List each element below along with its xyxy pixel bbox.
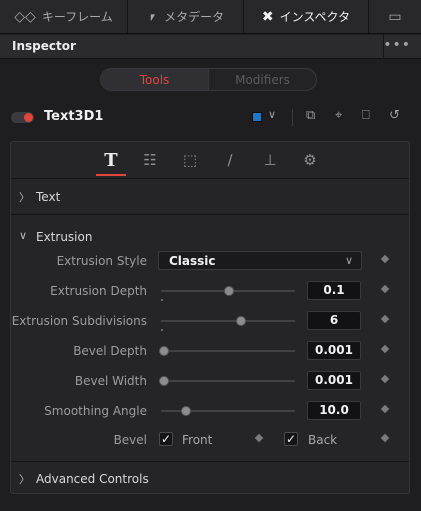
node-color-swatch[interactable]	[252, 112, 262, 122]
screen-icon: ▭	[388, 8, 402, 25]
value-field[interactable]: 6	[307, 311, 361, 330]
value-field[interactable]: 0.001	[307, 341, 361, 360]
tab-metadata[interactable]: ⎖ メタデータ	[128, 0, 244, 33]
chevron-right-icon: 〉	[19, 191, 30, 204]
more-options-icon[interactable]: •••	[383, 37, 411, 53]
slider-track[interactable]	[161, 320, 295, 322]
keyframe-diamond-icon[interactable]	[380, 314, 390, 324]
param-extrusion-subdivisions: Extrusion Subdivisions 6	[11, 306, 409, 336]
slider-handle[interactable]	[181, 406, 192, 416]
bevel-front-checkbox[interactable]: ✓	[159, 432, 173, 446]
node-divider	[292, 109, 293, 126]
section-advanced-title: Advanced Controls	[36, 472, 149, 486]
pin-icon[interactable]: ⌖	[335, 108, 342, 123]
extrusion-style-dropdown[interactable]: Classic ∨	[158, 251, 362, 270]
param-label: Smoothing Angle	[44, 404, 147, 418]
section-extrusion-title: Extrusion	[36, 230, 93, 244]
param-label: Extrusion Style	[56, 254, 147, 268]
section-text[interactable]: 〉 Text	[11, 179, 409, 215]
default-tick	[161, 329, 163, 331]
tools-modifiers-switch: Tools Modifiers	[100, 68, 317, 91]
keyframe-diamond-icon[interactable]	[254, 433, 264, 443]
chevron-right-icon: 〉	[19, 473, 30, 486]
slider-handle[interactable]	[159, 346, 169, 356]
bevel-back-checkbox[interactable]: ✓	[284, 432, 298, 446]
slider-handle[interactable]	[224, 286, 234, 296]
tab-inspector[interactable]: ✖ インスペクタ	[244, 0, 369, 33]
default-tick	[161, 299, 163, 301]
toggle-dot	[24, 113, 33, 122]
inspector-tools-icon: ✖	[261, 8, 274, 25]
dropdown-value: Classic	[169, 254, 216, 268]
node-header: Text3D1 ∨ ⧉ ⌖ ⎕ ↺	[0, 104, 421, 132]
shading-page-icon[interactable]: ∕	[215, 148, 245, 172]
top-tab-bar: ◇◇ キーフレーム ⎖ メタデータ ✖ インスペクタ ▭	[0, 0, 421, 34]
keyframe-diamond-icon[interactable]	[380, 344, 390, 354]
metadata-icon: ⎖	[146, 8, 159, 25]
transform-page-icon[interactable]: ⬚	[175, 148, 205, 172]
keyframe-diamond-icon[interactable]	[380, 374, 390, 384]
chevron-down-icon[interactable]: ∨	[268, 108, 276, 121]
3d-axis-page-icon[interactable]: ⊥	[255, 148, 285, 172]
versions-icon[interactable]: ⧉	[306, 108, 315, 123]
slider-handle[interactable]	[159, 376, 169, 386]
param-bevel-width: Bevel Width 0.001	[11, 366, 409, 396]
keyframes-icon: ◇◇	[14, 8, 36, 25]
active-page-underline	[96, 174, 126, 176]
reset-icon[interactable]: ↺	[389, 108, 400, 123]
param-label: Bevel Depth	[73, 344, 147, 358]
tab-keyframes-label: キーフレーム	[41, 10, 113, 24]
tab-metadata-label: メタデータ	[164, 10, 225, 24]
tab-inspector-label: インスペクタ	[279, 10, 351, 24]
slider-handle[interactable]	[235, 316, 246, 326]
lock-icon[interactable]: ⎕	[362, 108, 370, 123]
bevel-front-label: Front	[182, 433, 213, 447]
inspector-title: Inspector	[12, 39, 76, 53]
node-name: Text3D1	[44, 109, 104, 124]
bevel-back-label: Back	[308, 433, 338, 447]
settings-page-icon[interactable]: ⚙	[295, 148, 325, 172]
slider-track[interactable]	[161, 380, 295, 382]
keyframe-diamond-icon[interactable]	[380, 404, 390, 414]
inspector-header: Inspector •••	[0, 35, 421, 59]
section-advanced-controls[interactable]: 〉 Advanced Controls	[11, 461, 409, 494]
keyframe-diamond-icon[interactable]	[380, 284, 390, 294]
layout-page-icon[interactable]: ☷	[135, 148, 165, 172]
tools-tab[interactable]: Tools	[101, 69, 209, 90]
section-text-title: Text	[36, 190, 61, 204]
slider-track[interactable]	[161, 350, 295, 352]
value-field[interactable]: 10.0	[307, 401, 361, 420]
tab-screen[interactable]: ▭	[369, 0, 421, 33]
param-extrusion-style: Extrusion Style Classic ∨	[11, 246, 409, 276]
tab-keyframes[interactable]: ◇◇ キーフレーム	[0, 0, 128, 33]
param-label: Bevel	[113, 433, 147, 447]
text-page-icon[interactable]: T	[96, 148, 126, 172]
control-page-bar: T ☷ ⬚ ∕ ⊥ ⚙	[11, 142, 409, 179]
value-field[interactable]: 0.001	[307, 371, 361, 390]
value-field[interactable]: 0.1	[307, 281, 361, 300]
param-label: Extrusion Depth	[50, 284, 147, 298]
param-bevel-depth: Bevel Depth 0.001	[11, 336, 409, 366]
modifiers-tab[interactable]: Modifiers	[209, 69, 316, 90]
keyframe-diamond-icon[interactable]	[380, 254, 390, 264]
param-label: Bevel Width	[74, 374, 147, 388]
chevron-down-icon: ∨	[19, 229, 28, 242]
keyframe-diamond-icon[interactable]	[380, 433, 390, 443]
param-bevel: Bevel ✓ Front ✓ Back	[11, 425, 409, 455]
param-extrusion-depth: Extrusion Depth 0.1	[11, 276, 409, 306]
tool-panel: T ☷ ⬚ ∕ ⊥ ⚙ 〉 Text ∨ Extrusion Extrusion…	[10, 141, 410, 494]
param-smoothing-angle: Smoothing Angle 10.0	[11, 396, 409, 426]
param-label: Extrusion Subdivisions	[11, 314, 147, 328]
chevron-down-icon: ∨	[344, 254, 353, 267]
node-enable-toggle[interactable]	[11, 112, 34, 123]
